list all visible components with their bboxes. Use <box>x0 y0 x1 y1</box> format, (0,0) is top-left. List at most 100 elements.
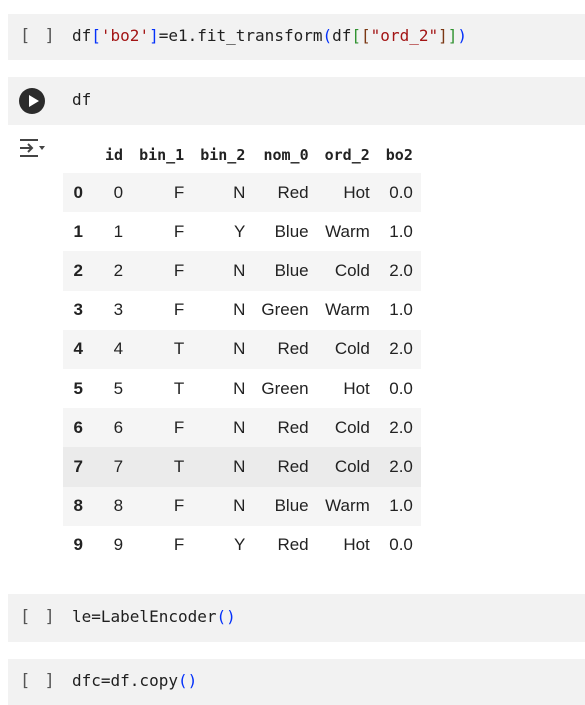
code-cell-2[interactable]: df <box>8 77 585 125</box>
table-cell-id: 7 <box>97 447 132 487</box>
table-row: 1 1 F Y Blue Warm 1.0 <box>63 212 421 252</box>
table-cell-bin_2: Y <box>192 212 254 252</box>
code-token: [ <box>351 26 362 45</box>
table-cell-bin_2: N <box>192 408 254 448</box>
table-cell-bin_1: F <box>131 486 193 526</box>
table-cell-id: 9 <box>97 525 132 565</box>
cell-run-bracket[interactable]: [ ] <box>20 607 57 627</box>
code-token: df <box>72 26 92 45</box>
code-line[interactable]: df['bo2']=e1.fit_transform(df[["ord_2"]]… <box>72 26 467 45</box>
table-cell-nom_0: Green <box>253 368 317 409</box>
table-row: 8 8 F N Blue Warm 1.0 <box>63 486 421 526</box>
code-token: "ord_2" <box>370 26 439 45</box>
table-cell-bin_1: F <box>131 212 193 252</box>
code-token: ) <box>457 26 468 45</box>
cell-run-bracket[interactable]: [ ] <box>20 671 57 691</box>
code-token: le=LabelEncoder <box>72 607 217 626</box>
code-token: () <box>177 671 198 690</box>
code-cell-1[interactable]: [ ] df['bo2']=e1.fit_transform(df[["ord_… <box>8 14 585 60</box>
row-index: 6 <box>63 408 97 448</box>
table-cell-bin_1: F <box>131 525 193 565</box>
table-cell-bin_2: N <box>192 447 254 487</box>
table-cell-bo2: 2.0 <box>377 251 421 291</box>
code-cell-4[interactable]: [ ] dfc=df.copy() <box>8 659 585 705</box>
table-cell-nom_0: Green <box>253 290 317 330</box>
table-cell-id: 8 <box>97 486 132 526</box>
table-cell-bin_2: N <box>192 329 254 369</box>
table-cell-bo2: 2.0 <box>377 329 421 369</box>
table-cell-ord_2: Hot <box>316 525 378 565</box>
code-cell-3[interactable]: [ ] le=LabelEncoder() <box>8 594 585 642</box>
row-index: 4 <box>63 329 97 369</box>
table-cell-nom_0: Red <box>253 525 317 565</box>
table-cell-bo2: 1.0 <box>377 486 421 526</box>
code-line[interactable]: dfc=df.copy() <box>72 671 197 690</box>
code-line[interactable]: le=LabelEncoder() <box>72 607 236 626</box>
table-cell-bin_2: N <box>192 251 254 291</box>
table-cell-bin_2: N <box>192 368 254 409</box>
table-cell-ord_2: Warm <box>316 486 378 526</box>
table-cell-id: 0 <box>97 173 132 213</box>
column-header-bin_1: bin_1 <box>139 145 185 164</box>
table-cell-bo2: 1.0 <box>377 212 421 252</box>
table-row: 5 5 T N Green Hot 0.0 <box>63 368 421 409</box>
table-cell-ord_2: Warm <box>316 290 378 330</box>
table-cell-bo2: 0.0 <box>377 525 421 565</box>
code-token: [ <box>91 26 101 45</box>
table-row: 7 7 T N Red Cold 2.0 <box>63 447 421 487</box>
code-token: () <box>216 607 236 626</box>
table-cell-nom_0: Red <box>253 173 317 213</box>
table-cell-nom_0: Red <box>253 329 317 369</box>
row-index: 3 <box>63 290 97 330</box>
table-cell-ord_2: Cold <box>316 329 378 369</box>
table-cell-bin_1: T <box>131 447 193 487</box>
column-header-ord_2: ord_2 <box>324 145 370 164</box>
output-options-icon[interactable] <box>18 137 46 159</box>
code-token: [ <box>361 26 371 45</box>
play-circle-icon[interactable] <box>19 88 45 114</box>
table-cell-nom_0: Blue <box>253 251 317 291</box>
table-header-row: id bin_1 bin_2 nom_0 ord_2 bo2 <box>63 136 421 173</box>
code-token: ( <box>322 26 333 45</box>
row-index: 5 <box>63 368 97 409</box>
row-index: 8 <box>63 486 97 526</box>
code-token: ] <box>447 26 458 45</box>
table-row: 6 6 F N Red Cold 2.0 <box>63 408 421 448</box>
code-token: ] <box>149 26 159 45</box>
table-cell-id: 3 <box>97 290 132 330</box>
table-cell-id: 1 <box>97 212 132 252</box>
table-cell-bin_1: F <box>131 408 193 448</box>
column-header-bo2: bo2 <box>385 145 413 164</box>
table-cell-nom_0: Red <box>253 408 317 448</box>
row-index: 7 <box>63 447 97 487</box>
code-token: df <box>332 26 352 45</box>
table-cell-bin_1: F <box>131 290 193 330</box>
code-line[interactable]: df <box>72 90 91 109</box>
table-cell-id: 5 <box>97 368 132 409</box>
table-row: 0 0 F N Red Hot 0.0 <box>63 173 421 213</box>
table-cell-ord_2: Cold <box>316 447 378 487</box>
column-header-bin_2: bin_2 <box>200 145 246 164</box>
table-cell-bo2: 2.0 <box>377 408 421 448</box>
table-row: 9 9 F Y Red Hot 0.0 <box>63 525 421 565</box>
table-cell-bo2: 2.0 <box>377 447 421 487</box>
code-token: 'bo2' <box>100 26 150 45</box>
column-header-nom_0: nom_0 <box>263 145 309 164</box>
table-row: 3 3 F N Green Warm 1.0 <box>63 290 421 330</box>
cell-run-bracket[interactable]: [ ] <box>20 26 57 46</box>
table-cell-nom_0: Blue <box>253 486 317 526</box>
table-cell-bin_2: N <box>192 290 254 330</box>
table-cell-bin_2: N <box>192 173 254 213</box>
row-index: 9 <box>63 525 97 565</box>
row-index: 1 <box>63 212 97 252</box>
table-cell-ord_2: Cold <box>316 251 378 291</box>
table-cell-bo2: 1.0 <box>377 290 421 330</box>
table-cell-bin_1: T <box>131 368 193 409</box>
table-cell-bin_1: F <box>131 173 193 213</box>
table-cell-ord_2: Hot <box>316 368 378 409</box>
table-cell-bin_1: F <box>131 251 193 291</box>
index-header <box>63 136 97 173</box>
table-cell-nom_0: Red <box>253 447 317 487</box>
table-cell-ord_2: Hot <box>316 173 378 213</box>
table-row: 4 4 T N Red Cold 2.0 <box>63 329 421 369</box>
